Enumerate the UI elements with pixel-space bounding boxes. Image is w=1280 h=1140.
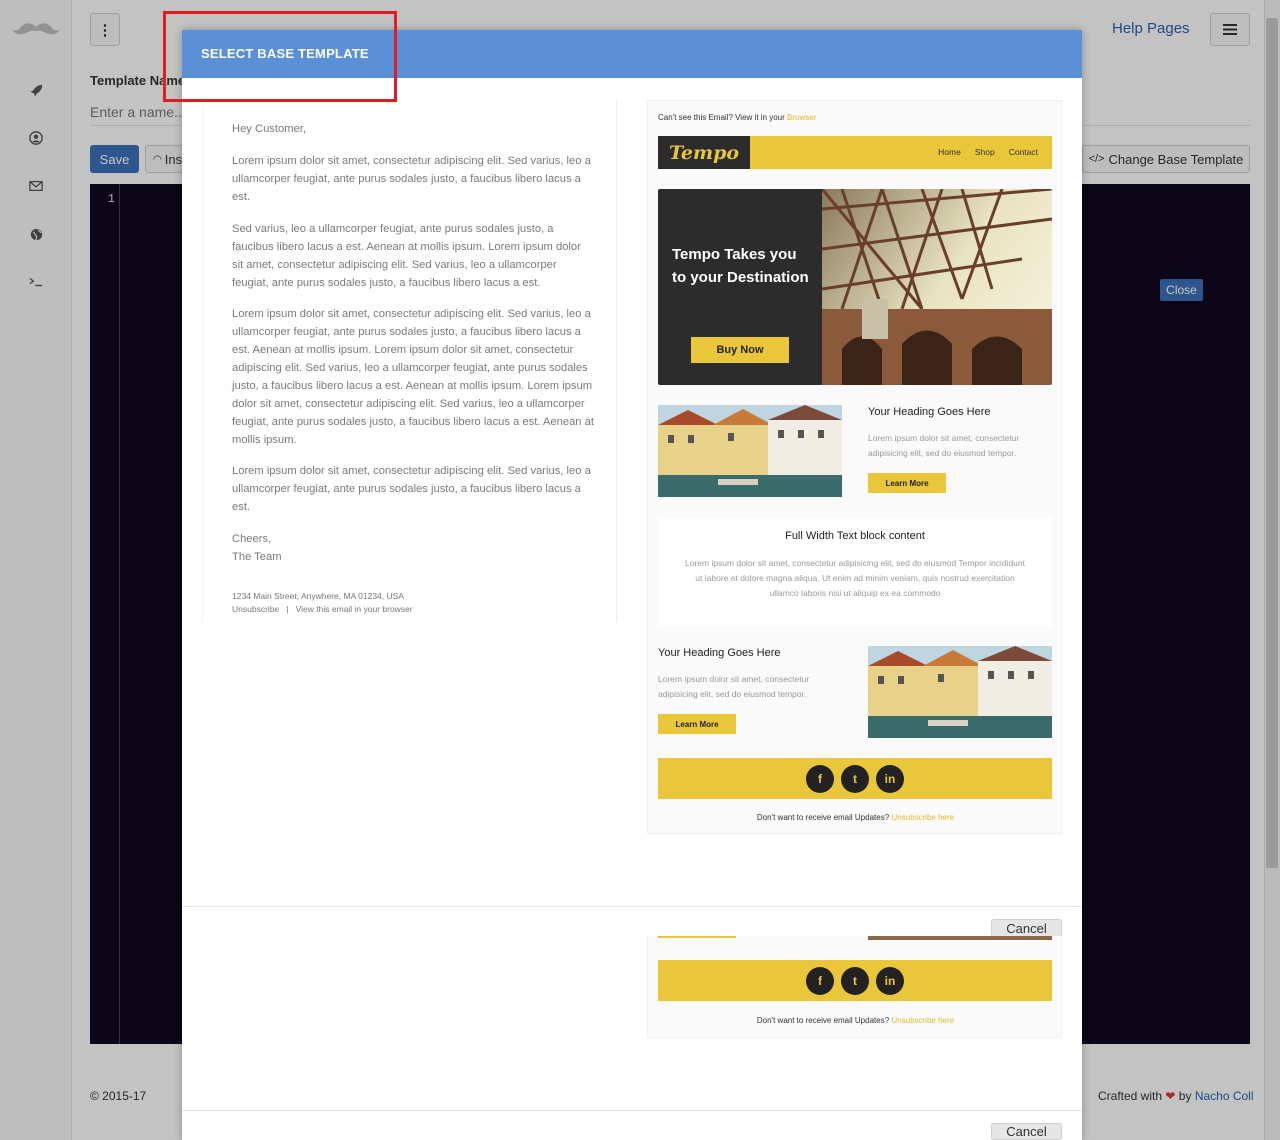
repeat-image-edge <box>868 936 1052 940</box>
tempo-body: Lorem ipsum dolor sit amet, consectetur … <box>658 674 810 699</box>
plain-team: The Team <box>232 551 282 563</box>
tempo-learn-more-button: Learn More <box>868 473 946 493</box>
modal-header: SELECT BASE TEMPLATE <box>182 30 1082 78</box>
tempo-cant-see: Can't see this Email? View it in your Br… <box>658 113 816 122</box>
modal-footer-divider <box>182 906 1082 907</box>
repeat-button-edge <box>658 936 736 938</box>
facebook-icon: f <box>806 966 834 995</box>
twitter-icon: t <box>841 966 869 995</box>
plain-greeting: Hey Customer, <box>232 123 306 135</box>
plain-signoff: Cheers, <box>232 533 272 545</box>
linkedin-icon: in <box>876 764 904 793</box>
tempo-cant-see-text: Can't see this Email? View it in your <box>658 113 785 122</box>
tempo-logo: Tempo <box>658 136 750 169</box>
tempo-navbar: Tempo Home Shop Contact <box>658 136 1052 169</box>
template-option-tempo[interactable]: Can't see this Email? View it in your Br… <box>647 100 1062 834</box>
twitter-icon: t <box>841 764 869 793</box>
tempo-nav-links: Home Shop Contact <box>938 147 1038 157</box>
tempo-body: Lorem ipsum dolor sit amet, consectetur … <box>868 433 1020 458</box>
tempo-dont-want-text: Don't want to receive email Updates? <box>756 813 890 822</box>
plain-paragraph: Lorem ipsum dolor sit amet, consectetur … <box>232 155 591 203</box>
tempo-dont-want-text: Don't want to receive email Updates? <box>756 1016 890 1025</box>
tempo-hero-title: Tempo Takes you to your Destination <box>672 246 809 286</box>
cancel-button[interactable]: Cancel <box>991 919 1062 937</box>
tempo-unsubscribe-link: Unsubscribe here <box>891 813 955 822</box>
canal-image <box>658 405 842 497</box>
plain-footer-links: Unsubscribe | View this email in your br… <box>232 604 413 614</box>
tempo-full-width-body: Lorem ipsum dolor sit amet, consectetur … <box>684 558 1025 598</box>
facebook-icon: f <box>806 764 834 793</box>
tempo-hero: Tempo Takes you to your Destination Buy … <box>658 189 1052 385</box>
tempo-nav-shop: Shop <box>974 147 995 157</box>
tempo-unsubscribe-line: Don't want to receive email Updates? Uns… <box>648 1016 1061 1025</box>
tempo-learn-more-button: Learn More <box>658 714 736 734</box>
tempo-heading: Your Heading Goes Here <box>658 647 781 659</box>
tempo-full-width-block: Full Width Text block content Lorem ipsu… <box>658 517 1052 627</box>
linkedin-icon: in <box>876 966 904 995</box>
tempo-social-bar: f t in <box>658 960 1052 1001</box>
tempo-unsubscribe-line: Don't want to receive email Updates? Uns… <box>648 813 1063 822</box>
tempo-unsubscribe-link: Unsubscribe here <box>891 1016 955 1025</box>
plain-paragraph: Lorem ipsum dolor sit amet, consectetur … <box>232 465 591 513</box>
template-option-plain[interactable]: Hey Customer, Lorem ipsum dolor sit amet… <box>202 100 617 622</box>
cancel-button[interactable]: Cancel <box>991 1123 1062 1140</box>
modal-title: SELECT BASE TEMPLATE <box>201 46 369 61</box>
tempo-heading: Your Heading Goes Here <box>868 406 991 418</box>
plain-paragraph: Sed varius, leo a ullamcorper feugiat, a… <box>232 223 581 289</box>
tempo-nav-contact: Contact <box>1008 147 1038 157</box>
tempo-social-bar: f t in <box>658 758 1052 799</box>
tempo-nav-home: Home <box>938 147 961 157</box>
plain-paragraph: Lorem ipsum dolor sit amet, consectetur … <box>232 308 594 446</box>
tempo-browser-link: Browser <box>787 113 817 122</box>
plain-address: 1234 Main Street, Anywhere, MA 01234, US… <box>232 591 404 601</box>
modal-footer-divider <box>182 1110 1082 1111</box>
bridge-image <box>822 189 1052 385</box>
canal-image <box>868 646 1052 738</box>
template-option-tempo-repeat: f t in Don't want to receive email Updat… <box>647 936 1062 1038</box>
tempo-full-width-title: Full Width Text block content <box>785 530 925 542</box>
tempo-buy-now-button: Buy Now <box>691 337 789 363</box>
select-base-template-modal: SELECT BASE TEMPLATE Hey Customer, Lorem… <box>182 30 1082 1140</box>
